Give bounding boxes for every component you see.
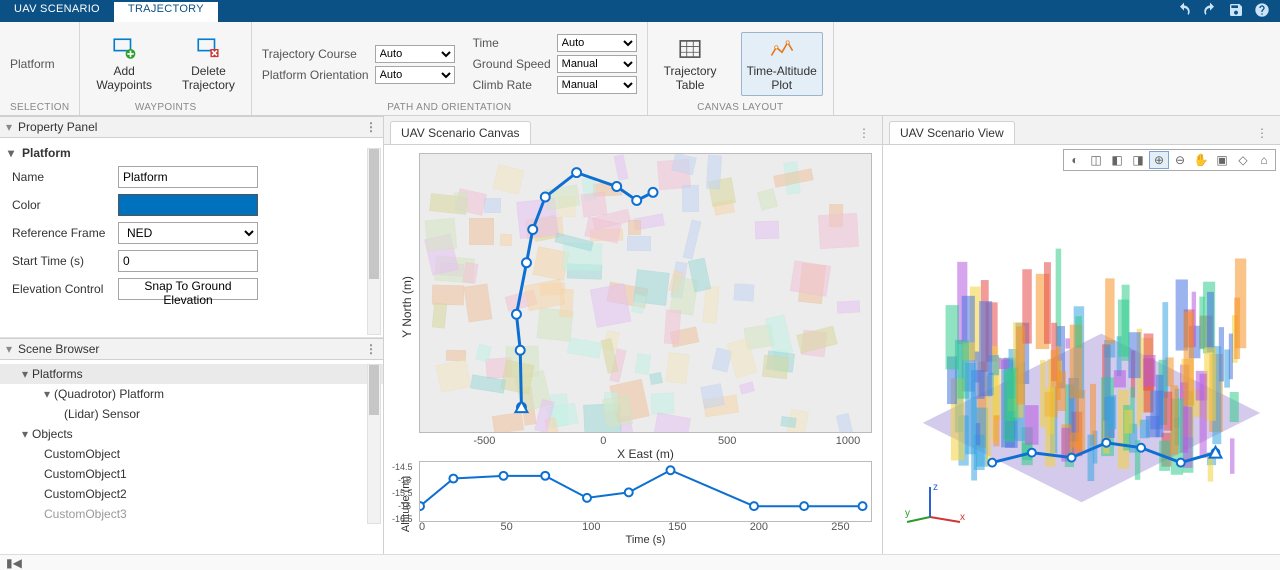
trajectory-course-label: Trajectory Course	[262, 47, 369, 61]
platforms-section[interactable]: ▾Platforms	[0, 364, 383, 384]
view3d[interactable]: ◐ ◫ ◧ ◨ ⊕ ⊖ ✋ ▣ ◇ ⌂ x y z	[883, 145, 1280, 554]
property-panel-scrollbar[interactable]	[367, 148, 381, 335]
left-panel-stack: ▾ Property Panel ⋮ ▾ Platform Name Color…	[0, 116, 384, 554]
canvas-panel: UAV Scenario Canvas ⋮ Y North (m) 500 0 …	[384, 116, 882, 554]
svg-text:y: y	[905, 508, 910, 519]
trajectory-table-button[interactable]: Trajectory Table	[658, 32, 723, 97]
add-waypoints-button[interactable]: Add Waypoints	[90, 32, 158, 97]
list-item[interactable]: CustomObject1	[0, 464, 383, 484]
ribbon-group-selection: Platform SELECTION	[0, 22, 80, 115]
status-bar: ▮◀	[0, 554, 1280, 570]
climb-rate-select[interactable]: Manual	[557, 76, 637, 94]
property-panel-body: ▾ Platform Name Color Reference Frame NE…	[0, 138, 383, 338]
panel-menu-button[interactable]: ⋮	[1256, 126, 1274, 140]
canvas-tab[interactable]: UAV Scenario Canvas	[390, 121, 531, 144]
ribbon-group-path: Trajectory Course Auto Platform Orientat…	[252, 22, 648, 115]
time-label: Time	[473, 36, 551, 50]
time-axis-label: Time (s)	[626, 534, 666, 546]
start-time-label: Start Time (s)	[12, 254, 112, 268]
reference-frame-label: Reference Frame	[12, 226, 112, 240]
time-select[interactable]: Auto	[557, 34, 637, 52]
chevron-down-icon[interactable]: ▾	[6, 120, 12, 134]
delete-trajectory-icon	[195, 36, 221, 62]
svg-text:z: z	[933, 482, 938, 493]
tab-trajectory[interactable]: TRAJECTORY	[114, 0, 218, 22]
table-icon	[677, 36, 703, 62]
undo-icon[interactable]	[1176, 2, 1192, 21]
x-axis: -500 0 500 1000 X East (m)	[419, 433, 872, 461]
view3d-tab[interactable]: UAV Scenario View	[889, 121, 1015, 144]
platform-tree-item[interactable]: ▾(Quadrotor) Platform	[0, 384, 383, 404]
list-item[interactable]: CustomObject2	[0, 484, 383, 504]
panel-menu-button[interactable]: ⋮	[365, 120, 377, 134]
sensor-tree-item[interactable]: (Lidar) Sensor	[0, 404, 383, 424]
main-area: ▾ Property Panel ⋮ ▾ Platform Name Color…	[0, 116, 1280, 554]
property-panel-header: ▾ Property Panel ⋮	[0, 116, 383, 138]
name-input[interactable]	[118, 166, 258, 188]
time-axis: 0 50 100 150 200 250 Time (s)	[419, 522, 872, 546]
platform-selector-label: Platform	[10, 57, 55, 71]
group-label-canvas-layout: CANVAS LAYOUT	[658, 102, 823, 115]
scene-browser-header: ▾ Scene Browser ⋮	[0, 338, 383, 360]
trajectory-overlay	[420, 154, 871, 433]
list-item[interactable]: CustomObject3	[0, 504, 383, 524]
property-panel-title: Property Panel	[18, 120, 97, 134]
save-icon[interactable]	[1228, 2, 1244, 21]
panel-menu-button[interactable]: ⋮	[858, 126, 876, 140]
altitude-line	[420, 462, 871, 523]
redo-icon[interactable]	[1202, 2, 1218, 21]
list-item[interactable]: CustomObject	[0, 444, 383, 464]
time-altitude-plot-icon	[769, 36, 795, 62]
y-axis-label: Y North (m)	[400, 276, 414, 338]
scene-browser-body: ▾Platforms ▾(Quadrotor) Platform (Lidar)…	[0, 360, 383, 554]
chevron-down-icon[interactable]: ▾	[6, 342, 12, 356]
ground-speed-select[interactable]: Manual	[557, 55, 637, 73]
x-axis-label: X East (m)	[617, 447, 674, 461]
altitude-plot: Altitude (m) -14.5 -15 -15.5 -16 -16.5 0…	[394, 461, 872, 546]
time-altitude-plot-button[interactable]: Time-Altitude Plot	[741, 32, 823, 97]
group-label-path: PATH AND ORIENTATION	[262, 102, 637, 115]
start-time-input[interactable]	[118, 250, 258, 272]
objects-section[interactable]: ▾Objects	[0, 424, 383, 444]
rewind-icon[interactable]: ▮◀	[6, 556, 22, 570]
tab-uav-scenario[interactable]: UAV SCENARIO	[0, 0, 114, 22]
ribbon-group-waypoints: Add Waypoints Delete Trajectory WAYPOINT…	[80, 22, 251, 115]
climb-rate-label: Climb Rate	[473, 78, 551, 92]
reference-frame-select[interactable]: NED	[118, 222, 258, 244]
ground-speed-label: Ground Speed	[473, 57, 551, 71]
view3d-panel: UAV Scenario View ⋮ ◐ ◫ ◧ ◨ ⊕ ⊖ ✋ ▣ ◇ ⌂ …	[882, 116, 1280, 554]
altitude-plot-area[interactable]: -14.5 -15 -15.5 -16 -16.5	[419, 461, 872, 522]
delete-trajectory-button[interactable]: Delete Trajectory	[176, 32, 241, 97]
ribbon-tab-strip: UAV SCENARIO TRAJECTORY	[0, 0, 1280, 22]
elevation-control-button[interactable]: Snap To Ground Elevation	[118, 278, 258, 300]
axis-gizmo: x y z	[905, 482, 965, 532]
scene-browser-title: Scene Browser	[18, 342, 99, 356]
group-label-selection: SELECTION	[10, 102, 69, 115]
platform-orientation-label: Platform Orientation	[262, 68, 369, 82]
trajectory-course-select[interactable]: Auto	[375, 45, 455, 63]
group-label-waypoints: WAYPOINTS	[90, 102, 240, 115]
name-label: Name	[12, 170, 112, 184]
platform-orientation-select[interactable]: Auto	[375, 66, 455, 84]
color-label: Color	[12, 198, 112, 212]
map-plot[interactable]: 500 0 -500	[419, 153, 872, 433]
help-icon[interactable]	[1254, 2, 1270, 21]
ribbon: Platform SELECTION Add Waypoints Delete …	[0, 22, 1280, 116]
ribbon-group-canvas-layout: Trajectory Table Time-Altitude Plot CANV…	[648, 22, 834, 115]
elevation-control-label: Elevation Control	[12, 282, 112, 296]
panel-menu-button[interactable]: ⋮	[365, 342, 377, 356]
svg-text:x: x	[960, 512, 965, 523]
color-swatch[interactable]	[118, 194, 258, 216]
add-waypoints-icon	[111, 36, 137, 62]
platform-section-header[interactable]: ▾ Platform	[8, 146, 375, 160]
